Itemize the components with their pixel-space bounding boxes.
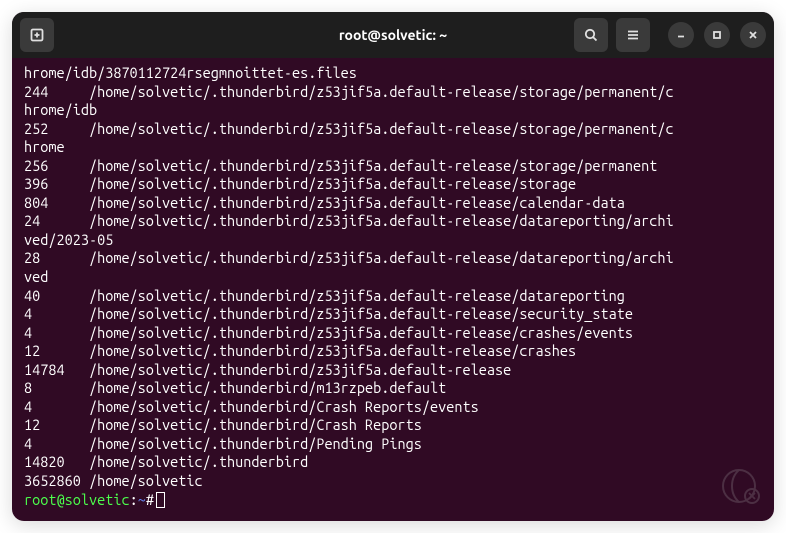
close-icon	[747, 29, 759, 41]
new-tab-icon	[29, 27, 45, 43]
window-title: root@solvetic: ~	[339, 27, 447, 43]
window-controls	[668, 22, 766, 48]
search-button[interactable]	[574, 18, 608, 52]
close-button[interactable]	[740, 22, 766, 48]
terminal-body[interactable]: hrome/idb/3870112724rsegmnoittet-es.file…	[12, 58, 774, 521]
maximize-button[interactable]	[704, 22, 730, 48]
terminal-output-line: 14784 /home/solvetic/.thunderbird/z53jif…	[24, 361, 762, 380]
terminal-output-line: hrome	[24, 138, 762, 157]
maximize-icon	[711, 29, 723, 41]
titlebar-left	[20, 18, 58, 52]
titlebar-right	[574, 18, 766, 52]
terminal-window: root@solvetic: ~	[12, 12, 774, 521]
search-icon	[583, 27, 599, 43]
terminal-output-line: 12 /home/solvetic/.thunderbird/z53jif5a.…	[24, 342, 762, 361]
terminal-output-line: 24 /home/solvetic/.thunderbird/z53jif5a.…	[24, 212, 762, 231]
titlebar: root@solvetic: ~	[12, 12, 774, 58]
minimize-icon	[675, 29, 687, 41]
prompt-user-host: root@solvetic	[24, 491, 130, 508]
prompt-hash: #	[146, 491, 154, 508]
terminal-output-line: 244 /home/solvetic/.thunderbird/z53jif5a…	[24, 83, 762, 102]
prompt-line: root@solvetic:~#	[24, 491, 762, 510]
terminal-output-line: 12 /home/solvetic/.thunderbird/Crash Rep…	[24, 416, 762, 435]
menu-button[interactable]	[616, 18, 650, 52]
terminal-output-line: 256 /home/solvetic/.thunderbird/z53jif5a…	[24, 157, 762, 176]
terminal-output-line: 8 /home/solvetic/.thunderbird/m13rzpeb.d…	[24, 379, 762, 398]
prompt-colon: :	[130, 491, 138, 508]
terminal-output-line: hrome/idb	[24, 101, 762, 120]
terminal-output-line: hrome/idb/3870112724rsegmnoittet-es.file…	[24, 64, 762, 83]
terminal-output-line: 14820 /home/solvetic/.thunderbird	[24, 453, 762, 472]
terminal-output-line: 396 /home/solvetic/.thunderbird/z53jif5a…	[24, 175, 762, 194]
terminal-output-line: 3652860 /home/solvetic	[24, 472, 762, 491]
prompt-path: ~	[138, 491, 146, 508]
minimize-button[interactable]	[668, 22, 694, 48]
cursor	[156, 492, 165, 508]
terminal-output-line: 4 /home/solvetic/.thunderbird/z53jif5a.d…	[24, 305, 762, 324]
terminal-output-line: 40 /home/solvetic/.thunderbird/z53jif5a.…	[24, 287, 762, 306]
terminal-output-line: ved/2023-05	[24, 231, 762, 250]
terminal-output-line: 252 /home/solvetic/.thunderbird/z53jif5a…	[24, 120, 762, 139]
new-tab-button[interactable]	[20, 18, 54, 52]
terminal-output-line: 4 /home/solvetic/.thunderbird/Pending Pi…	[24, 435, 762, 454]
terminal-output-line: 4 /home/solvetic/.thunderbird/Crash Repo…	[24, 398, 762, 417]
terminal-output-line: 4 /home/solvetic/.thunderbird/z53jif5a.d…	[24, 324, 762, 343]
terminal-output-line: 28 /home/solvetic/.thunderbird/z53jif5a.…	[24, 249, 762, 268]
terminal-output-line: ved	[24, 268, 762, 287]
terminal-output-line: 804 /home/solvetic/.thunderbird/z53jif5a…	[24, 194, 762, 213]
menu-icon	[625, 27, 641, 43]
